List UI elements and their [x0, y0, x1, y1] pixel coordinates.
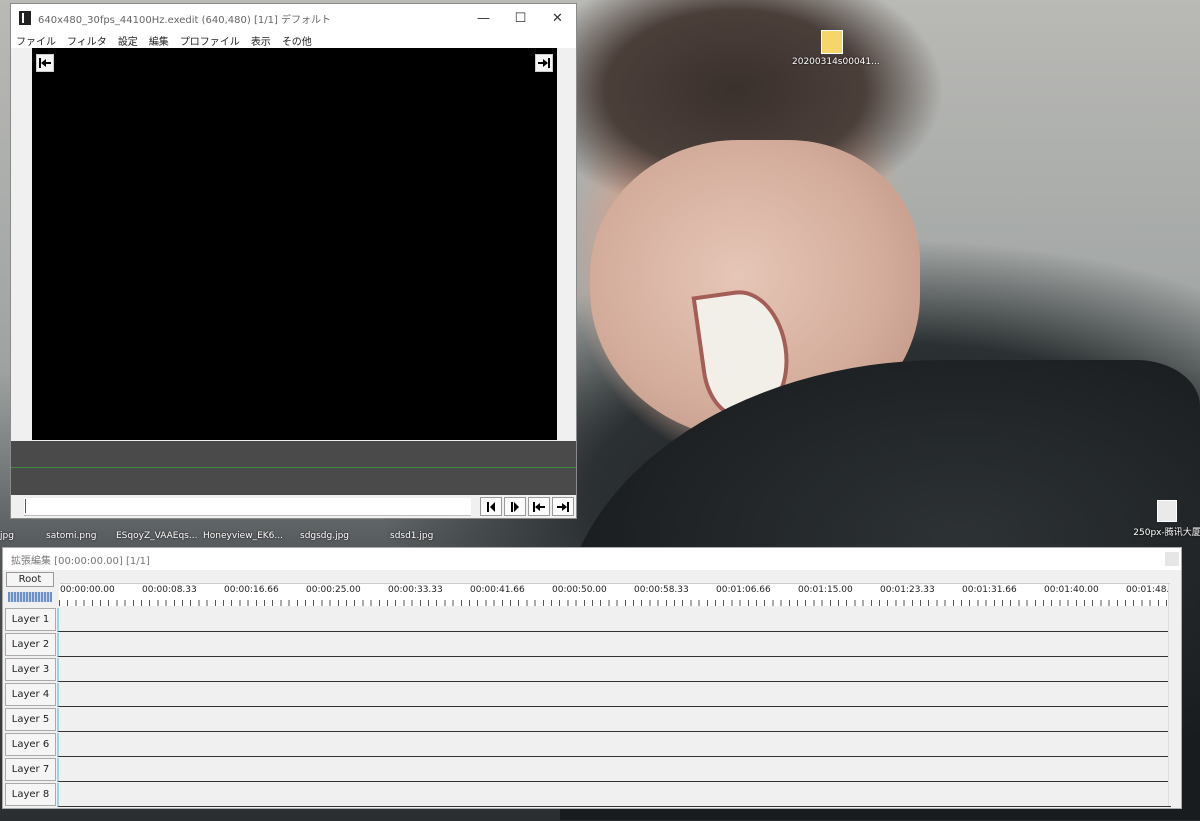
layer-track[interactable] [57, 658, 1171, 682]
layer-row: Layer 8 [5, 783, 1171, 807]
main-window: 640x480_30fps_44100Hz.exedit (640,480) [… [10, 3, 577, 519]
timeline-corner-box[interactable] [1165, 552, 1179, 566]
layer-label[interactable]: Layer 6 [5, 733, 56, 756]
image-file-icon [821, 30, 843, 54]
zoom-slider[interactable] [8, 592, 52, 602]
desktop-icon-label: 20200314s00041... [792, 57, 880, 67]
horizontal-scrollbar[interactable] [60, 572, 1170, 584]
prev-frame-icon[interactable] [480, 497, 502, 516]
jump-start-icon[interactable] [36, 54, 54, 72]
layer-row: Layer 2 [5, 633, 1171, 657]
layer-label[interactable]: Layer 8 [5, 783, 56, 806]
menu-filter[interactable]: フィルタ [67, 33, 107, 48]
close-button[interactable]: ✕ [539, 4, 576, 32]
layer-track[interactable] [57, 783, 1171, 807]
layer-track[interactable] [57, 683, 1171, 707]
layer-track[interactable] [57, 633, 1171, 657]
menu-view[interactable]: 表示 [251, 33, 271, 48]
time-label: 00:01:40.00 [1044, 585, 1099, 595]
video-preview [32, 48, 557, 440]
desktop-file-label[interactable]: satomi.png [46, 531, 97, 541]
jump-start-icon[interactable] [528, 497, 550, 516]
image-file-icon [1157, 500, 1177, 522]
layer-row: Layer 7 [5, 758, 1171, 782]
timeline-title[interactable]: 拡張編集 [00:00:00.00] [1/1] [3, 548, 1181, 570]
title-bar[interactable]: 640x480_30fps_44100Hz.exedit (640,480) [… [11, 4, 576, 32]
layer-track[interactable] [57, 708, 1171, 732]
ruler-ticks [59, 600, 1169, 606]
layer-label[interactable]: Layer 7 [5, 758, 56, 781]
jump-end-icon[interactable] [552, 497, 574, 516]
time-label: 00:01:31.66 [962, 585, 1017, 595]
layer-track[interactable] [57, 608, 1171, 632]
window-title: 640x480_30fps_44100Hz.exedit (640,480) [… [38, 14, 332, 26]
audio-baseline [11, 467, 576, 468]
layer-label[interactable]: Layer 5 [5, 708, 56, 731]
desktop-file-label[interactable]: ESqoyZ_VAAEqs... [116, 531, 197, 541]
time-label: 00:00:50.00 [552, 585, 607, 595]
app-icon [18, 11, 32, 25]
layer-row: Layer 5 [5, 708, 1171, 732]
layer-row: Layer 6 [5, 733, 1171, 757]
time-label: 00:00:08.33 [142, 585, 197, 595]
desktop-file-label[interactable]: sdgsdg.jpg [300, 531, 349, 541]
maximize-button[interactable]: ☐ [502, 4, 539, 32]
layer-label[interactable]: Layer 2 [5, 633, 56, 656]
seek-bar[interactable] [24, 498, 471, 516]
playback-controls [480, 497, 574, 516]
root-button[interactable]: Root [6, 572, 54, 587]
layer-label[interactable]: Layer 3 [5, 658, 56, 681]
layer-row: Layer 4 [5, 683, 1171, 707]
desktop-file-label[interactable]: jpg [0, 531, 14, 541]
time-label: 00:00:41.66 [470, 585, 525, 595]
time-label: 00:01:23.33 [880, 585, 935, 595]
next-frame-icon[interactable] [504, 497, 526, 516]
time-label: 00:01:15.00 [798, 585, 853, 595]
layer-track[interactable] [57, 758, 1171, 782]
minimize-button[interactable]: — [465, 4, 502, 32]
time-label: 00:00:58.33 [634, 585, 689, 595]
time-label: 00:00:25.00 [306, 585, 361, 595]
audio-waveform-area [11, 441, 576, 495]
time-label: 00:01:06.66 [716, 585, 771, 595]
layer-track[interactable] [57, 733, 1171, 757]
time-ruler[interactable]: 00:00:00.00 00:00:08.33 00:00:16.66 00:0… [59, 584, 1175, 606]
menu-file[interactable]: ファイル [16, 33, 56, 48]
menu-edit[interactable]: 編集 [149, 33, 169, 48]
menu-profile[interactable]: プロファイル [180, 33, 240, 48]
vertical-scrollbar[interactable] [1168, 584, 1179, 806]
layer-row: Layer 3 [5, 658, 1171, 682]
menu-other[interactable]: その他 [282, 33, 312, 48]
layer-label[interactable]: Layer 1 [5, 608, 56, 631]
layer-row: Layer 1 [5, 608, 1171, 632]
desktop-file-label[interactable]: Honeyview_EK6... [203, 531, 283, 541]
desktop-file-label[interactable]: sdsd1.jpg [390, 531, 433, 541]
desktop-icon-tencent[interactable]: 250px-腾讯大厦 [1132, 500, 1200, 538]
desktop-icon-label: 250px-腾讯大厦 [1133, 528, 1200, 538]
menu-bar: ファイル フィルタ 設定 編集 プロファイル 表示 その他 [11, 32, 576, 48]
desktop-icon-photo[interactable]: 20200314s00041... [792, 30, 880, 67]
time-label: 00:00:33.33 [388, 585, 443, 595]
seek-thumb[interactable] [25, 499, 29, 513]
time-label: 00:00:00.00 [60, 585, 115, 595]
timeline-window: 拡張編集 [00:00:00.00] [1/1] Root 00:00:00.0… [2, 547, 1182, 809]
menu-settings[interactable]: 設定 [118, 33, 138, 48]
layer-label[interactable]: Layer 4 [5, 683, 56, 706]
time-label: 00:00:16.66 [224, 585, 279, 595]
jump-end-icon[interactable] [535, 54, 553, 72]
